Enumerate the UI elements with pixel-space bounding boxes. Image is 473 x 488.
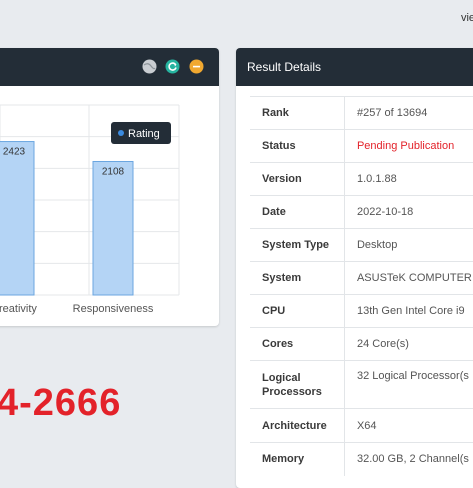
details-label: Date (250, 195, 345, 229)
legend-dot (118, 130, 124, 136)
top-right-link[interactable]: vie (461, 12, 473, 24)
details-label: System Type (250, 228, 345, 262)
details-label: Status (250, 129, 345, 163)
details-row: System Type Desktop (250, 228, 473, 262)
details-label: Memory (250, 442, 345, 476)
details-label: Logical Processors (250, 360, 345, 409)
details-value: 32 Logical Processor(s (344, 360, 473, 409)
result-details-title: Result Details (236, 48, 473, 86)
status-value: Pending Publication (344, 129, 473, 163)
details-row: System ASUSTeK COMPUTER I (250, 261, 473, 295)
details-row: Logical Processors 32 Logical Processor(s (250, 360, 473, 409)
details-value: 13th Gen Intel Core i9 (344, 294, 473, 328)
details-row: Cores 24 Core(s) (250, 327, 473, 361)
details-value: 32.00 GB, 2 Channel(s (344, 442, 473, 476)
bar (0, 141, 35, 296)
details-label: Version (250, 162, 345, 196)
details-value: 1.0.1.88 (344, 162, 473, 196)
details-value: #257 of 13694 (344, 96, 473, 130)
minus-icon[interactable] (189, 59, 204, 74)
result-details-card: Result Details Rank #257 of 13694 Status Pe… (236, 48, 473, 488)
result-details-table: Rank #257 of 13694 Status Pending Publicati… (250, 96, 473, 476)
rating-chart-card: 2423 Creativity 2108 Responsiveness Rating (0, 48, 219, 326)
category-label: Responsiveness (73, 303, 154, 315)
details-row: Version 1.0.1.88 (250, 162, 473, 196)
rating-bar-chart: 2423 Creativity 2108 Responsiveness Rating (0, 104, 180, 315)
details-label: CPU (250, 294, 345, 328)
phone-number: 4-2666 (0, 382, 122, 424)
bar (92, 160, 134, 296)
details-row: Date 2022-10-18 (250, 195, 473, 229)
bar-value-label: 2108 (102, 166, 125, 177)
details-label: Rank (250, 96, 345, 130)
details-value: 24 Core(s) (344, 327, 473, 361)
details-label: Cores (250, 327, 345, 361)
details-value: 2022-10-18 (344, 195, 473, 229)
details-row: Memory 32.00 GB, 2 Channel(s (250, 442, 473, 476)
details-row: Architecture X64 (250, 408, 473, 443)
details-value: Desktop (344, 228, 473, 262)
details-row: CPU 13th Gen Intel Core i9 (250, 294, 473, 328)
legend-label: Rating (128, 128, 160, 140)
globe-icon[interactable] (142, 59, 157, 74)
refresh-icon[interactable] (165, 59, 180, 74)
category-label: Creativity (0, 303, 37, 315)
details-label: Architecture (250, 408, 345, 443)
details-label: System (250, 261, 345, 295)
chart-card-header (0, 48, 219, 86)
details-row: Status Pending Publication (250, 129, 473, 163)
details-value: X64 (344, 408, 473, 443)
bar-value-label: 2423 (3, 147, 26, 158)
details-row: Rank #257 of 13694 (250, 96, 473, 130)
details-value: ASUSTeK COMPUTER I (344, 261, 473, 295)
